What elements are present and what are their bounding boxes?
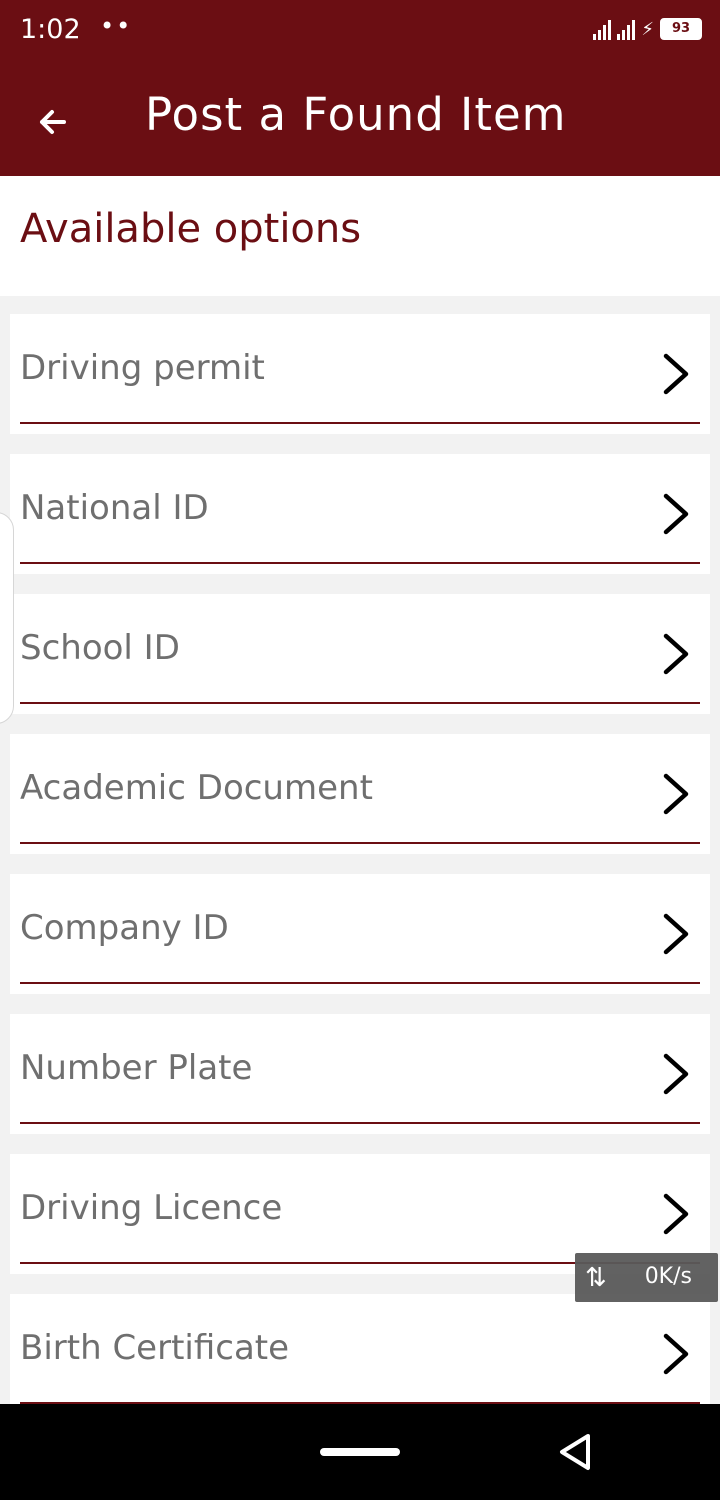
option-number-plate[interactable]: Number Plate: [10, 1014, 710, 1134]
option-academic-document[interactable]: Academic Document: [10, 734, 710, 854]
back-arrow-icon[interactable]: [30, 96, 82, 148]
chevron-right-icon: [663, 773, 689, 815]
charging-icon: ⚡: [641, 18, 654, 40]
section-header: Available options: [0, 176, 720, 296]
section-title: Available options: [20, 206, 362, 252]
option-divider: [20, 982, 700, 984]
battery-icon: 93: [660, 18, 702, 40]
option-divider: [20, 702, 700, 704]
option-driving-permit[interactable]: Driving permit: [10, 314, 710, 434]
nav-back-icon[interactable]: [556, 1432, 596, 1472]
status-time: 1:02: [20, 14, 81, 45]
option-divider: [20, 422, 700, 424]
chevron-right-icon: [663, 913, 689, 955]
option-label: Birth Certificate: [20, 1328, 290, 1368]
up-down-arrows-icon: ⇅: [585, 1263, 607, 1293]
option-label: Number Plate: [20, 1048, 253, 1088]
notification-dots: ••: [100, 12, 133, 40]
status-icons: ⚡ 93: [593, 18, 702, 40]
signal-icon: [593, 18, 612, 40]
option-label: Driving permit: [20, 348, 265, 388]
page-title: Post a Found Item: [145, 88, 567, 141]
app-bar: Post a Found Item: [0, 66, 720, 176]
option-divider: [20, 562, 700, 564]
chevron-right-icon: [663, 353, 689, 395]
option-label: National ID: [20, 488, 209, 528]
home-gesture-handle[interactable]: [320, 1448, 400, 1456]
navigation-bar: [0, 1404, 720, 1500]
status-bar: 1:02 •• ⚡ 93: [0, 0, 720, 66]
option-divider: [20, 842, 700, 844]
chevron-right-icon: [663, 1193, 689, 1235]
option-label: Academic Document: [20, 768, 373, 808]
option-label: Driving Licence: [20, 1188, 283, 1228]
option-birth-certificate[interactable]: Birth Certificate: [10, 1294, 710, 1414]
chevron-right-icon: [663, 493, 689, 535]
chevron-right-icon: [663, 1053, 689, 1095]
option-divider: [20, 1122, 700, 1124]
chevron-right-icon: [663, 1333, 689, 1375]
option-school-id[interactable]: School ID: [10, 594, 710, 714]
option-label: School ID: [20, 628, 180, 668]
chevron-right-icon: [663, 633, 689, 675]
signal-icon: [617, 18, 636, 40]
edge-panel-handle[interactable]: [0, 512, 14, 724]
option-label: Company ID: [20, 908, 229, 948]
network-speed-overlay: ⇅ 0K/s: [575, 1253, 718, 1302]
network-speed-text: 0K/s: [644, 1264, 692, 1289]
option-company-id[interactable]: Company ID: [10, 874, 710, 994]
option-national-id[interactable]: National ID: [10, 454, 710, 574]
